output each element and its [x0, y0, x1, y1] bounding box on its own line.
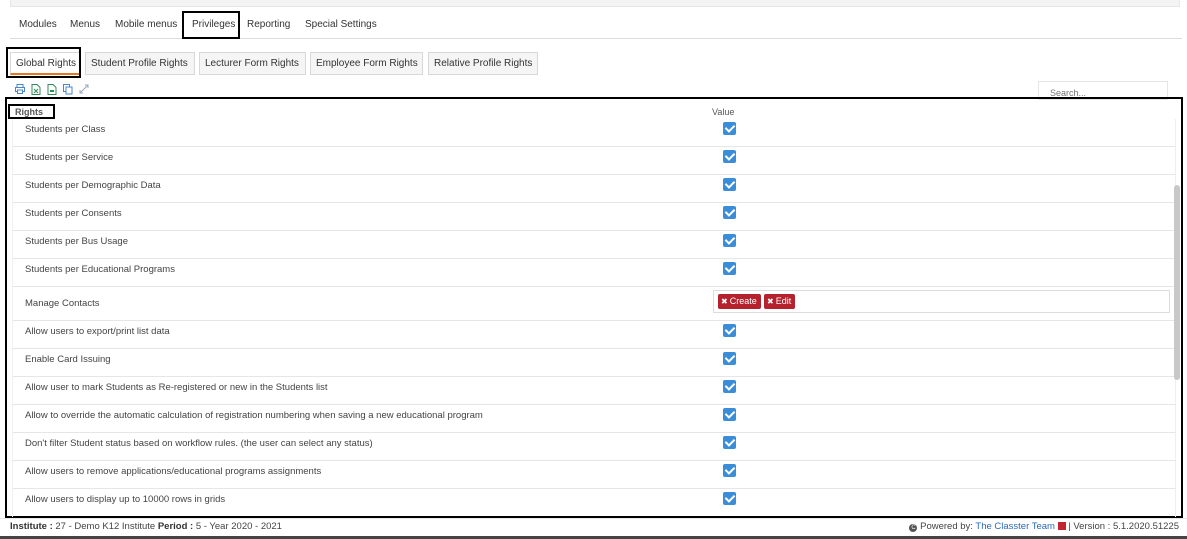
table-row: Allow users to remove applications/educa… — [12, 461, 1176, 489]
remove-icon[interactable]: ✖ — [767, 297, 774, 306]
table-row: Students per Demographic Data — [12, 175, 1176, 203]
right-label: Allow users to remove applications/educa… — [25, 466, 322, 477]
institute-label: Institute : — [10, 521, 53, 532]
right-label: Allow user to mark Students as Re-regist… — [25, 382, 328, 393]
right-label: Manage Contacts — [25, 298, 100, 309]
period-value: 5 - Year 2020 - 2021 — [193, 521, 282, 532]
tag-label: Edit — [775, 296, 792, 306]
scrollbar-thumb[interactable] — [1174, 185, 1180, 380]
excel-icon[interactable] — [30, 84, 42, 96]
right-label: Enable Card Issuing — [25, 354, 111, 365]
grid-scrollbar[interactable] — [1174, 119, 1180, 515]
value-checkbox[interactable] — [723, 178, 736, 191]
value-checkbox[interactable] — [723, 262, 736, 275]
csv-icon[interactable] — [46, 84, 58, 96]
value-checkbox[interactable] — [723, 206, 736, 219]
table-row: Enable Card Issuing — [12, 349, 1176, 377]
grid-toolbar — [10, 84, 110, 98]
right-label: Students per Class — [25, 124, 106, 135]
rights-list: Students per Class Students per Service … — [12, 119, 1176, 517]
value-checkbox[interactable] — [723, 352, 736, 365]
table-row: Students per Class — [12, 119, 1176, 147]
powered-by-label: Powered by: — [917, 521, 976, 532]
table-row: Allow users to export/print list data — [12, 321, 1176, 349]
value-checkbox[interactable] — [723, 464, 736, 477]
tab-employee-form-rights[interactable]: Employee Form Rights — [310, 52, 423, 75]
manage-contacts-multiselect[interactable]: ✖ Create ✖ Edit — [713, 290, 1170, 313]
tab-modules[interactable]: Modules — [16, 10, 60, 39]
table-row: Students per Bus Usage — [12, 231, 1176, 259]
right-label: Allow users to display up to 10000 rows … — [25, 494, 226, 505]
tab-special-settings[interactable]: Special Settings — [302, 10, 380, 39]
highlight-global-rights-tab — [6, 47, 81, 78]
table-row: Allow user to mark Students as Re-regist… — [12, 377, 1176, 405]
highlight-privileges-tab — [182, 11, 240, 39]
tab-menus[interactable]: Menus — [67, 10, 103, 39]
table-row: Students per Educational Programs — [12, 259, 1176, 287]
value-checkbox[interactable] — [723, 380, 736, 393]
remove-icon[interactable]: ✖ — [721, 297, 728, 306]
copy-icon[interactable] — [62, 84, 74, 96]
print-icon[interactable] — [14, 84, 26, 96]
grid-header: Rights Value — [8, 104, 1176, 120]
right-label: Students per Service — [25, 152, 114, 163]
value-checkbox[interactable] — [723, 150, 736, 163]
value-checkbox[interactable] — [723, 436, 736, 449]
table-row: Don't filter Student status based on wor… — [12, 433, 1176, 461]
powered-by-info: C Powered by: The Classter Team | Versio… — [909, 521, 1179, 532]
right-label: Allow to override the automatic calculat… — [25, 410, 483, 421]
value-checkbox[interactable] — [723, 324, 736, 337]
expand-icon[interactable] — [78, 84, 90, 96]
tab-lecturer-form-rights[interactable]: Lecturer Form Rights — [199, 52, 306, 75]
tab-student-profile-rights[interactable]: Student Profile Rights — [85, 52, 195, 75]
classter-logo-icon — [1057, 522, 1066, 530]
table-row: Allow to override the automatic calculat… — [12, 405, 1176, 433]
table-row: Manage Contacts ✖ Create ✖ Edit — [12, 287, 1176, 321]
tab-reporting[interactable]: Reporting — [244, 10, 293, 39]
session-info: Institute : 27 - Demo K12 Institute Peri… — [10, 521, 282, 532]
top-bar — [10, 0, 1180, 7]
tag-label: Create — [729, 296, 757, 306]
version-text: | Version : 5.1.2020.51225 — [1065, 521, 1179, 532]
value-checkbox[interactable] — [723, 122, 736, 135]
tag-create[interactable]: ✖ Create — [718, 294, 761, 309]
tab-relative-profile-rights[interactable]: Relative Profile Rights — [428, 52, 538, 75]
value-checkbox[interactable] — [723, 408, 736, 421]
column-header-value[interactable]: Value — [712, 107, 734, 117]
table-row: Students per Consents — [12, 203, 1176, 231]
brand-link[interactable]: The Classter Team — [975, 521, 1055, 532]
tab-mobile-menus[interactable]: Mobile menus — [112, 10, 180, 39]
value-checkbox[interactable] — [723, 492, 736, 505]
right-label: Allow users to export/print list data — [25, 326, 170, 337]
highlight-rights-column — [8, 104, 55, 119]
value-checkbox[interactable] — [723, 234, 736, 247]
tag-edit[interactable]: ✖ Edit — [764, 294, 796, 309]
right-label: Students per Bus Usage — [25, 236, 128, 247]
institute-value: 27 - Demo K12 Institute — [52, 521, 158, 532]
right-label: Don't filter Student status based on wor… — [25, 438, 373, 449]
period-label: Period : — [157, 521, 194, 532]
table-row: Students per Service — [12, 147, 1176, 175]
right-label: Students per Educational Programs — [25, 264, 175, 275]
right-label: Students per Demographic Data — [25, 180, 161, 191]
table-row: Allow users to display up to 10000 rows … — [12, 489, 1176, 517]
right-label: Students per Consents — [25, 208, 122, 219]
